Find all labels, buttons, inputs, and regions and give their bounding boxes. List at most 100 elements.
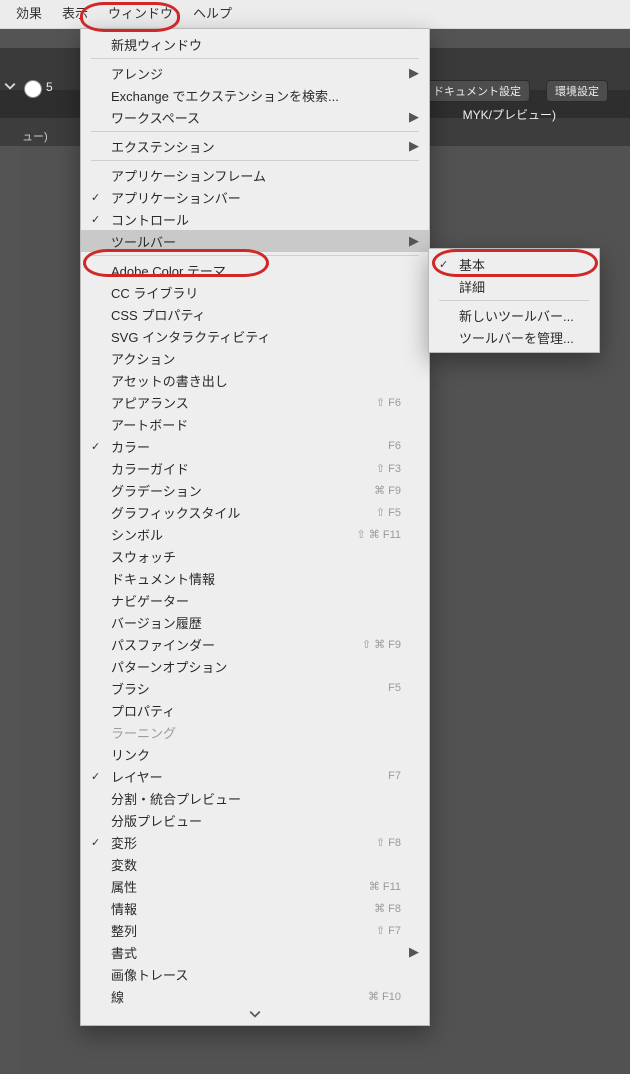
mi-label: Adobe Color テーマ [111, 261, 226, 280]
mi-label: 変数 [111, 855, 137, 874]
mi-label: ブラシ [111, 679, 150, 698]
mi-variables[interactable]: 変数 [81, 853, 429, 875]
mi-version-history[interactable]: バージョン履歴 [81, 611, 429, 633]
mi-align[interactable]: 整列⇧ F7 [81, 919, 429, 941]
mi-label: カラーガイド [111, 459, 189, 478]
mi-graphic-style[interactable]: グラフィックスタイル⇧ F5 [81, 501, 429, 523]
mi-asset-export[interactable]: アセットの書き出し [81, 369, 429, 391]
mi-svg-interactivity[interactable]: SVG インタラクティビティ [81, 325, 429, 347]
shortcut-label: ⇧ F6 [376, 396, 401, 409]
smi-manage-toolbar[interactable]: ツールバーを管理... [429, 326, 599, 348]
mi-label: アピアランス [111, 393, 189, 412]
mi-label: スウォッチ [111, 547, 176, 566]
mi-label: コントロール [111, 210, 189, 229]
document-settings-button[interactable]: ドキュメント設定 [424, 80, 530, 102]
document-title: MYK/プレビュー) [463, 106, 556, 123]
mi-split-preview[interactable]: 分割・統合プレビュー [81, 787, 429, 809]
mi-label: シンボル [111, 525, 163, 544]
mi-workspace[interactable]: ワークスペース ▶ [81, 106, 429, 128]
mi-brush[interactable]: ブラシF5 [81, 677, 429, 699]
mi-label: グラデーション [111, 481, 202, 500]
mi-label: 属性 [111, 877, 137, 896]
fill-swatch-icon[interactable] [24, 80, 42, 98]
button-label: ドキュメント設定 [433, 86, 521, 98]
mi-pathfinder[interactable]: パスファインダー⇧ ⌘ F9 [81, 633, 429, 655]
mi-learning: ラーニング [81, 721, 429, 743]
mi-exchange-extensions[interactable]: Exchange でエクステンションを検索... [81, 84, 429, 106]
mi-image-trace[interactable]: 画像トレース [81, 963, 429, 985]
menu-view[interactable]: 表示 [52, 0, 98, 28]
shortcut-label: ⌘ F9 [374, 484, 401, 497]
chevron-right-icon: ▶ [409, 65, 419, 81]
mi-color-guide[interactable]: カラーガイド⇧ F3 [81, 457, 429, 479]
stroke-value: 5 [46, 80, 53, 94]
mi-transform[interactable]: ✓変形⇧ F8 [81, 831, 429, 853]
mi-action[interactable]: アクション [81, 347, 429, 369]
mi-info[interactable]: 情報⌘ F8 [81, 897, 429, 919]
menu-separator [91, 131, 419, 132]
shortcut-label: ⇧ F5 [376, 506, 401, 519]
mi-label: ラーニング [111, 723, 176, 742]
shortcut-label: ⌘ F11 [369, 880, 401, 893]
mi-separation-preview[interactable]: 分版プレビュー [81, 809, 429, 831]
mi-appearance[interactable]: アピアランス ⇧ F6 [81, 391, 429, 413]
mi-arrange[interactable]: アレンジ▶ [81, 62, 429, 84]
mi-label: アセットの書き出し [111, 371, 228, 390]
mi-label: CSS プロパティ [111, 305, 206, 324]
chevron-right-icon: ▶ [409, 109, 419, 125]
mi-toolbar[interactable]: ツールバー ▶ [81, 230, 429, 252]
mi-new-window[interactable]: 新規ウィンドウ [81, 33, 429, 55]
mi-color[interactable]: ✓カラーF6 [81, 435, 429, 457]
shortcut-label: ⇧ F7 [376, 924, 401, 937]
menu-window[interactable]: ウィンドウ [98, 0, 183, 28]
menu-separator [91, 255, 419, 256]
mi-cc-library[interactable]: CC ライブラリ [81, 281, 429, 303]
mi-layer[interactable]: ✓レイヤーF7 [81, 765, 429, 787]
mi-label: プロパティ [111, 701, 175, 720]
chevron-right-icon: ▶ [409, 138, 419, 154]
mi-label: パターンオプション [111, 657, 227, 676]
menu-scroll-down-icon[interactable] [81, 1007, 429, 1021]
mi-gradation[interactable]: グラデーション ⌘ F9 [81, 479, 429, 501]
smi-new-toolbar[interactable]: 新しいツールバー... [429, 304, 599, 326]
smi-detail[interactable]: 詳細 [429, 275, 599, 297]
mi-document-info[interactable]: ドキュメント情報 [81, 567, 429, 589]
preferences-button[interactable]: 環境設定 [546, 80, 608, 102]
mi-app-frame[interactable]: アプリケーションフレーム [81, 164, 429, 186]
mi-label: SVG インタラクティビティ [111, 327, 271, 346]
mi-label: ワークスペース [111, 108, 200, 127]
window-menu: 新規ウィンドウ アレンジ▶ Exchange でエクステンションを検索... ワ… [80, 28, 430, 1026]
mi-type[interactable]: 書式 ▶ [81, 941, 429, 963]
mi-attribute[interactable]: 属性 ⌘ F11 [81, 875, 429, 897]
mi-label: ツールバーを管理... [459, 328, 574, 347]
mi-control[interactable]: ✓コントロール [81, 208, 429, 230]
shortcut-label: ⌘ F10 [368, 990, 401, 1003]
chevron-right-icon: ▶ [409, 233, 419, 249]
check-icon: ✓ [91, 440, 100, 453]
mi-line[interactable]: 線⌘ F10 [81, 985, 429, 1007]
mi-navigator[interactable]: ナビゲーター [81, 589, 429, 611]
menu-help[interactable]: ヘルプ [183, 0, 242, 28]
mi-label: 書式 [111, 943, 137, 962]
mi-swatch[interactable]: スウォッチ [81, 545, 429, 567]
menu-effect[interactable]: 効果 [6, 0, 52, 28]
mi-label: 新規ウィンドウ [111, 35, 202, 54]
mi-symbol[interactable]: シンボル⇧ ⌘ F11 [81, 523, 429, 545]
shortcut-label: ⌘ F8 [374, 902, 401, 915]
check-icon: ✓ [439, 258, 448, 271]
mi-link[interactable]: リンク [81, 743, 429, 765]
mi-extensions[interactable]: エクステンション▶ [81, 135, 429, 157]
chevron-right-icon: ▶ [409, 944, 419, 960]
mi-label: ツールバー [111, 232, 176, 251]
mi-app-bar[interactable]: ✓アプリケーションバー [81, 186, 429, 208]
tab-label: ュー) [22, 128, 48, 144]
mi-artboard[interactable]: アートボード [81, 413, 429, 435]
mi-label: 詳細 [459, 277, 485, 296]
mi-adobe-color[interactable]: Adobe Color テーマ [81, 259, 429, 281]
smi-basic[interactable]: ✓基本 [429, 253, 599, 275]
toolbar-submenu: ✓基本 詳細 新しいツールバー... ツールバーを管理... [428, 248, 600, 353]
mi-property[interactable]: プロパティ [81, 699, 429, 721]
mi-css-properties[interactable]: CSS プロパティ [81, 303, 429, 325]
mi-label: アートボード [111, 415, 188, 434]
mi-pattern-option[interactable]: パターンオプション [81, 655, 429, 677]
